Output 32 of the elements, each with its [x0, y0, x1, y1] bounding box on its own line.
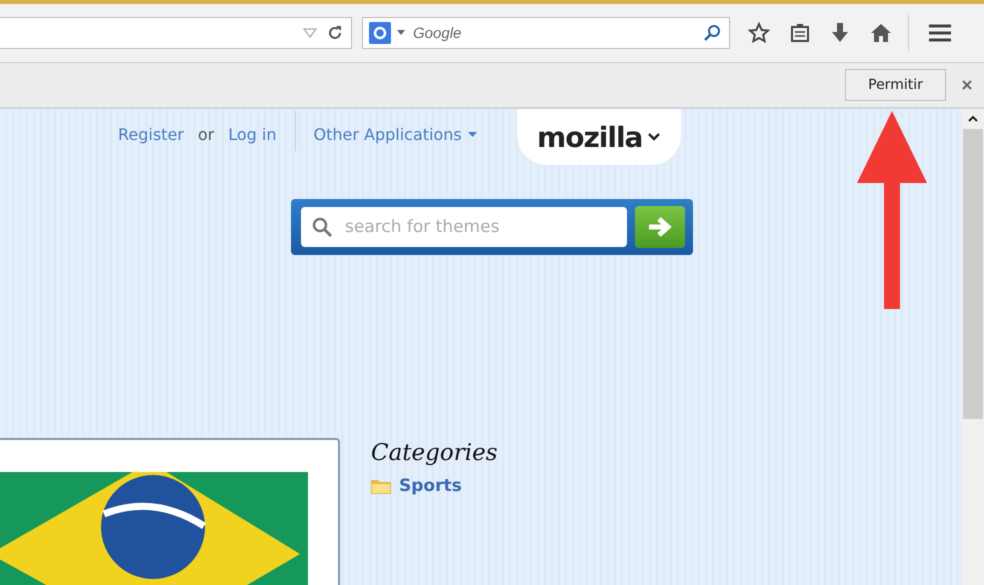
apps-menu[interactable]: Other Applications [314, 125, 477, 144]
theme-search-input[interactable]: search for themes [343, 216, 627, 238]
search-engine-icon[interactable] [369, 22, 391, 44]
clipboard-icon[interactable] [790, 23, 810, 43]
theme-search-field[interactable]: search for themes [301, 207, 627, 247]
close-icon[interactable] [962, 80, 972, 90]
menu-icon[interactable] [929, 24, 951, 42]
login-link[interactable]: Log in [228, 125, 276, 144]
caret-icon[interactable] [397, 30, 405, 36]
chevron-down-icon[interactable] [648, 133, 660, 141]
category-link[interactable]: Sports [399, 476, 462, 496]
search-icon[interactable] [703, 24, 721, 42]
arrow-icon[interactable] [647, 216, 673, 238]
search-field[interactable]: Google [362, 17, 730, 49]
search-icon [311, 216, 333, 238]
caret-icon[interactable] [468, 132, 477, 137]
star-icon[interactable] [748, 22, 770, 44]
scroll-up-icon[interactable] [968, 115, 978, 122]
logo-tab[interactable]: mozilla [516, 109, 681, 165]
folder-icon [371, 478, 391, 494]
download-icon[interactable] [830, 22, 850, 44]
search-submit-button[interactable] [635, 206, 685, 248]
scrollbar-thumb[interactable] [963, 129, 983, 419]
flag-drawing[interactable] [0, 472, 308, 585]
register-link[interactable]: Register [118, 125, 184, 144]
allow-button[interactable]: Permitir [845, 69, 946, 101]
separator-text: or [198, 125, 214, 144]
home-icon[interactable] [870, 23, 892, 43]
reload-icon[interactable] [327, 25, 343, 41]
categories-heading: Categories [371, 440, 498, 466]
address-field[interactable] [0, 17, 352, 49]
search-input[interactable]: Google [411, 24, 697, 42]
